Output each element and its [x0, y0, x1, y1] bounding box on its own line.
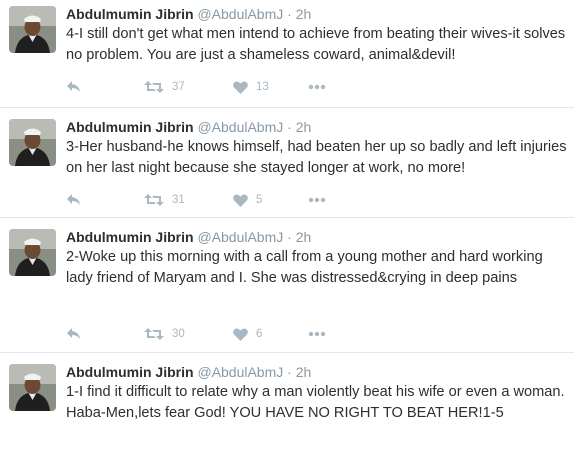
reply-button[interactable] [66, 78, 82, 96]
tweet-feed: Abdulmumin Jibrin @AbdulAbmJ · 2h 4-I st… [0, 0, 574, 450]
tweet-actions: 31 5 [66, 191, 568, 209]
tweet-actions: 30 6 [66, 325, 568, 343]
more-icon [308, 331, 326, 337]
separator-dot: · [287, 229, 292, 245]
avatar[interactable] [9, 119, 56, 166]
more-button[interactable] [308, 78, 326, 96]
avatar-photo [9, 119, 56, 166]
tweet-text: 1-I find it difficult to relate why a ma… [66, 384, 565, 421]
like-count: 6 [256, 328, 263, 340]
tweet-item[interactable]: Abdulmumin Jibrin @AbdulAbmJ · 2h 2-Woke… [0, 219, 574, 353]
tweet-timestamp[interactable]: 2h [296, 6, 312, 22]
more-button[interactable] [308, 191, 326, 209]
retweet-count: 30 [172, 328, 185, 340]
like-button[interactable]: 13 [233, 78, 269, 96]
retweet-button[interactable]: 31 [144, 191, 185, 209]
author-handle[interactable]: @AbdulAbmJ [197, 6, 283, 22]
heart-icon [233, 194, 248, 207]
heart-icon [233, 81, 248, 94]
like-count: 13 [256, 81, 269, 93]
more-icon [308, 197, 326, 203]
tweet-header: Abdulmumin Jibrin @AbdulAbmJ · 2h [66, 118, 568, 136]
separator-dot: · [287, 119, 292, 135]
author-handle[interactable]: @AbdulAbmJ [197, 119, 283, 135]
avatar-photo [9, 6, 56, 53]
retweet-button[interactable]: 37 [144, 78, 185, 96]
reply-icon [67, 81, 80, 92]
tweet-item[interactable]: Abdulmumin Jibrin @AbdulAbmJ · 2h 1-I fi… [0, 354, 574, 450]
like-button[interactable]: 5 [233, 191, 262, 209]
retweet-icon [144, 194, 164, 206]
author-handle[interactable]: @AbdulAbmJ [197, 229, 283, 245]
author-name[interactable]: Abdulmumin Jibrin [66, 229, 194, 245]
author-name[interactable]: Abdulmumin Jibrin [66, 6, 194, 22]
retweet-count: 31 [172, 194, 185, 206]
retweet-button[interactable]: 30 [144, 325, 185, 343]
avatar[interactable] [9, 364, 56, 411]
tweet-header: Abdulmumin Jibrin @AbdulAbmJ · 2h [66, 363, 568, 381]
avatar[interactable] [9, 6, 56, 53]
tweet-text: 3-Her husband-he knows himself, had beat… [66, 139, 567, 176]
tweet-text: 4-I still don't get what men intend to a… [66, 26, 566, 63]
tweet-header: Abdulmumin Jibrin @AbdulAbmJ · 2h [66, 228, 568, 246]
tweet-item[interactable]: Abdulmumin Jibrin @AbdulAbmJ · 2h 3-Her … [0, 109, 574, 218]
separator-dot: · [287, 6, 292, 22]
separator-dot: · [287, 364, 292, 380]
tweet-text: 2-Woke up this morning with a call from … [66, 249, 543, 286]
tweet-timestamp[interactable]: 2h [296, 119, 312, 135]
heart-icon [233, 328, 248, 341]
tweet-header: Abdulmumin Jibrin @AbdulAbmJ · 2h [66, 5, 568, 23]
reply-button[interactable] [66, 325, 82, 343]
avatar-photo [9, 229, 56, 276]
more-icon [308, 84, 326, 90]
reply-icon [67, 328, 80, 339]
tweet-timestamp[interactable]: 2h [296, 364, 312, 380]
tweet-actions: 37 13 [66, 78, 568, 96]
reply-icon [67, 194, 80, 205]
author-name[interactable]: Abdulmumin Jibrin [66, 364, 194, 380]
retweet-count: 37 [172, 81, 185, 93]
like-button[interactable]: 6 [233, 325, 262, 343]
avatar[interactable] [9, 229, 56, 276]
tweet-item[interactable]: Abdulmumin Jibrin @AbdulAbmJ · 2h 4-I st… [0, 0, 574, 108]
retweet-icon [144, 328, 164, 340]
more-button[interactable] [308, 325, 326, 343]
like-count: 5 [256, 194, 263, 206]
author-handle[interactable]: @AbdulAbmJ [197, 364, 283, 380]
reply-button[interactable] [66, 191, 82, 209]
tweet-timestamp[interactable]: 2h [296, 229, 312, 245]
avatar-photo [9, 364, 56, 411]
author-name[interactable]: Abdulmumin Jibrin [66, 119, 194, 135]
retweet-icon [144, 81, 164, 93]
